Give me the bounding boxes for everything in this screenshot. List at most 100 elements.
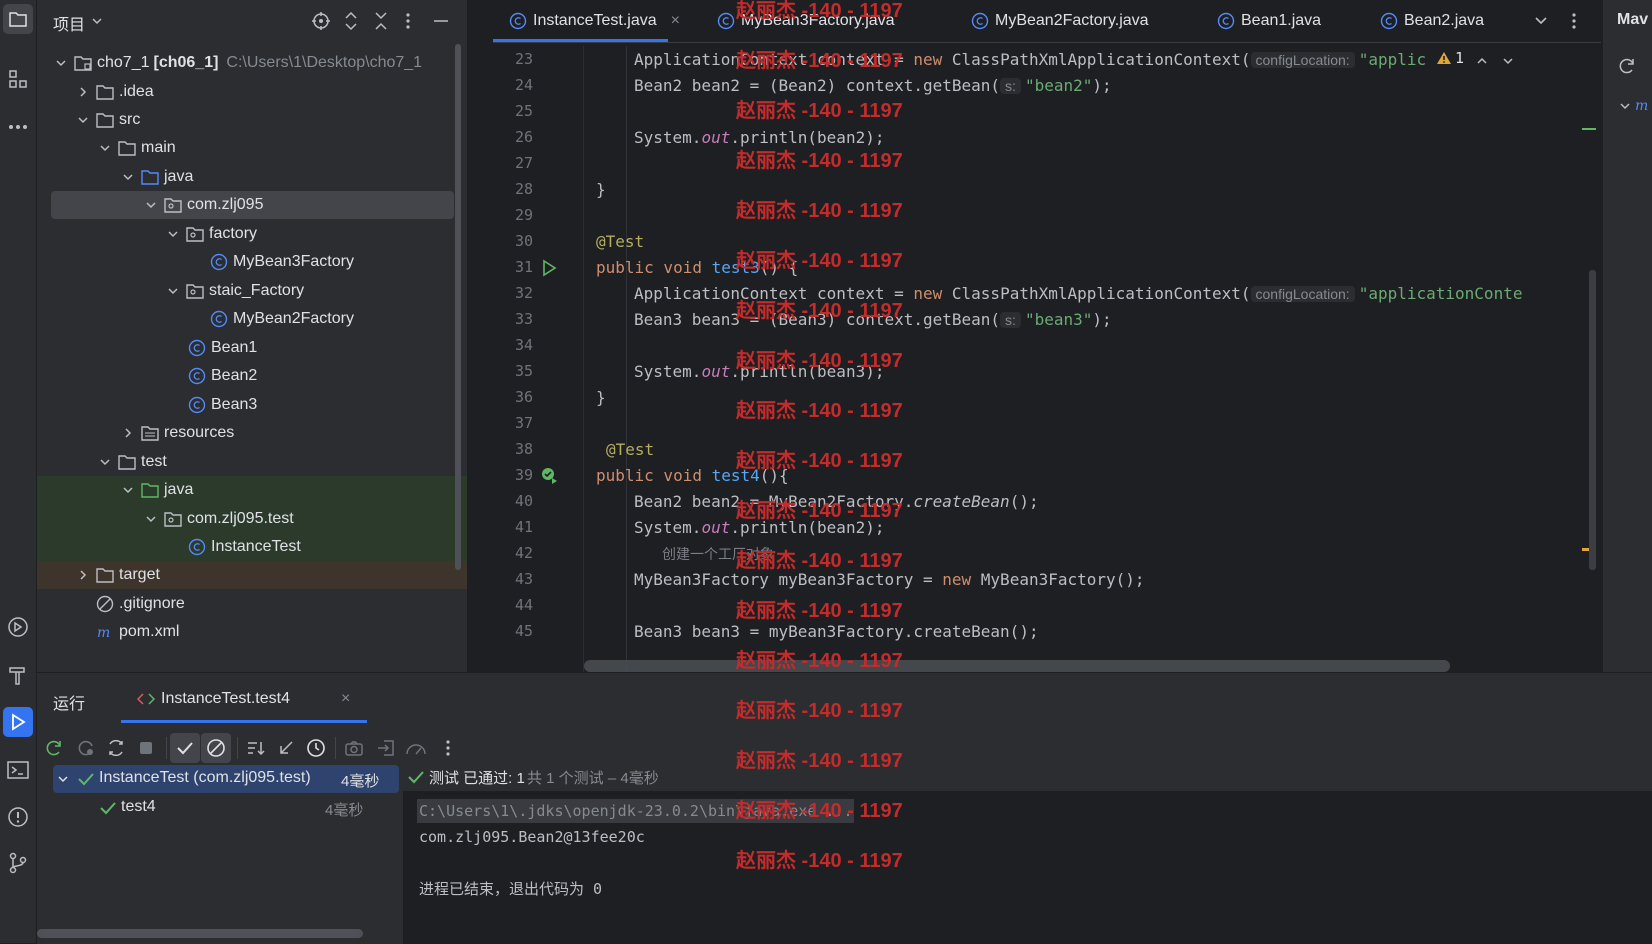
console-output[interactable]: 测试 已通过: 1 共 1 个测试 – 4毫秒 C:\Users\1\.jdks… xyxy=(403,763,1652,944)
tree-item-mybean2factory[interactable]: MyBean2Factory xyxy=(37,305,467,333)
services-tool-button[interactable] xyxy=(3,612,33,642)
coverage-button[interactable] xyxy=(401,733,431,763)
options-icon[interactable] xyxy=(1571,11,1577,31)
tree-item-mybean3factory[interactable]: MyBean3Factory xyxy=(37,248,467,276)
screenshot-button[interactable] xyxy=(339,733,369,763)
test-history-button[interactable] xyxy=(301,733,331,763)
tree-item-factory[interactable]: factory xyxy=(37,220,467,248)
chevron-down-icon[interactable] xyxy=(165,283,181,299)
show-ignored-toggle[interactable] xyxy=(201,733,231,763)
tree-item-pom[interactable]: m pom.xml xyxy=(37,618,467,646)
chevron-down-icon[interactable] xyxy=(120,169,136,185)
chevron-down-icon[interactable] xyxy=(57,774,69,784)
options-icon[interactable] xyxy=(405,11,411,31)
tree-item-main[interactable]: main xyxy=(37,134,467,162)
test-row-root[interactable]: InstanceTest (com.zlj095.test) 4毫秒 xyxy=(53,765,399,793)
git-tool-button[interactable] xyxy=(3,848,33,878)
import-tests-button[interactable] xyxy=(271,733,301,763)
build-tool-button[interactable] xyxy=(3,660,33,690)
collapse-all-icon[interactable] xyxy=(373,11,389,31)
run-tool-button[interactable] xyxy=(3,707,33,737)
close-run-tab-button[interactable]: × xyxy=(341,690,350,708)
show-passed-toggle[interactable] xyxy=(170,733,200,763)
rerun-button[interactable] xyxy=(39,733,69,763)
class-icon xyxy=(187,367,207,385)
toggle-auto-test-button[interactable] xyxy=(101,733,131,763)
auto-test-icon xyxy=(109,739,123,757)
code-token: ClassPathXmlApplicationContext( xyxy=(942,50,1251,69)
problems-tool-button[interactable] xyxy=(3,802,33,832)
chevron-down-icon[interactable] xyxy=(91,16,103,26)
tab-bean2[interactable]: Bean2.java xyxy=(1380,0,1484,42)
chevron-down-icon[interactable] xyxy=(120,482,136,498)
editor-scrollbar[interactable] xyxy=(1589,270,1596,570)
test-source-folder-icon xyxy=(140,481,160,499)
chevron-right-icon[interactable] xyxy=(75,84,91,100)
tree-item-label: InstanceTest xyxy=(211,538,301,555)
chevron-down-icon[interactable] xyxy=(97,454,113,470)
horizontal-scrollbar[interactable] xyxy=(584,660,1450,672)
tree-item-gitignore[interactable]: .gitignore xyxy=(37,590,467,618)
refresh-icon[interactable] xyxy=(1617,56,1637,76)
tree-item-bean3[interactable]: Bean3 xyxy=(37,391,467,419)
chevron-up-icon[interactable] xyxy=(1476,56,1488,66)
chevron-down-icon[interactable] xyxy=(97,140,113,156)
tree-item-staic-factory[interactable]: staic_Factory xyxy=(37,277,467,305)
project-tool-button[interactable] xyxy=(3,4,33,34)
test-row-test4[interactable]: test4 4毫秒 xyxy=(53,794,399,822)
tree-item-bean1[interactable]: Bean1 xyxy=(37,334,467,362)
more-tools-button[interactable] xyxy=(3,112,33,142)
tree-item-test[interactable]: test xyxy=(37,448,467,476)
warning-indicator[interactable]: 1 xyxy=(1436,49,1464,67)
tree-item-idea[interactable]: .idea xyxy=(37,78,467,106)
line-number: 29 xyxy=(514,206,533,224)
tree-item-resources[interactable]: resources xyxy=(37,419,467,447)
stop-button[interactable] xyxy=(131,733,161,763)
tab-instancetest[interactable]: InstanceTest.java × xyxy=(509,0,680,42)
structure-tool-button[interactable] xyxy=(3,64,33,94)
chevron-down-icon[interactable] xyxy=(75,112,91,128)
rerun-failed-button[interactable] xyxy=(71,733,101,763)
chevron-down-icon[interactable] xyxy=(143,197,159,213)
sort-icon xyxy=(248,742,265,756)
check-icon xyxy=(100,802,116,815)
tree-item-test-java[interactable]: java xyxy=(37,476,467,504)
chevron-right-icon[interactable] xyxy=(75,567,91,583)
tab-run-config[interactable]: InstanceTest.test4 × xyxy=(121,673,367,723)
tree-item-target[interactable]: target xyxy=(37,561,467,589)
chevron-down-icon[interactable] xyxy=(1619,101,1631,111)
terminal-tool-button[interactable] xyxy=(3,755,33,785)
run-test-icon[interactable] xyxy=(541,259,557,277)
tree-item-bean2[interactable]: Bean2 xyxy=(37,362,467,390)
chevron-down-icon[interactable] xyxy=(1534,16,1548,26)
tree-item-com-zlj095[interactable]: com.zlj095 xyxy=(37,191,467,219)
maven-panel-title[interactable]: Mav xyxy=(1617,11,1648,29)
tree-item-src[interactable]: src xyxy=(37,106,467,134)
project-panel-title[interactable]: 项目 xyxy=(53,11,85,35)
locate-icon[interactable] xyxy=(311,11,331,31)
close-tab-button[interactable]: × xyxy=(671,12,680,30)
test-tree-scrollbar[interactable] xyxy=(37,929,363,938)
chevron-down-icon[interactable] xyxy=(143,511,159,527)
tree-item-label: resources xyxy=(164,424,235,441)
folder-icon xyxy=(95,111,115,129)
tree-item-com-zlj095-test[interactable]: com.zlj095.test xyxy=(37,505,467,533)
problem-navigation[interactable] xyxy=(1476,52,1514,70)
code-token: public void xyxy=(596,258,712,277)
test-passed-run-icon[interactable] xyxy=(541,467,559,485)
export-button[interactable] xyxy=(371,733,401,763)
expand-all-icon[interactable] xyxy=(343,11,359,31)
run-panel-title[interactable]: 运行 xyxy=(53,690,85,714)
tree-item-java[interactable]: java xyxy=(37,163,467,191)
minimize-icon[interactable] xyxy=(433,19,449,23)
chevron-down-icon[interactable] xyxy=(165,226,181,242)
tree-item-instancetest[interactable]: InstanceTest xyxy=(37,533,467,561)
chevron-right-icon[interactable] xyxy=(120,425,136,441)
more-options-button[interactable] xyxy=(433,733,463,763)
tab-bean1[interactable]: Bean1.java xyxy=(1217,0,1321,42)
tab-mybean2factory[interactable]: MyBean2Factory.java xyxy=(971,0,1149,42)
chevron-down-icon[interactable] xyxy=(53,55,69,71)
chevron-down-icon[interactable] xyxy=(1502,56,1514,66)
tree-item-project-root[interactable]: cho7_1 [ch06_1] C:\Users\1\Desktop\cho7_… xyxy=(37,49,467,77)
sort-button[interactable] xyxy=(241,733,271,763)
